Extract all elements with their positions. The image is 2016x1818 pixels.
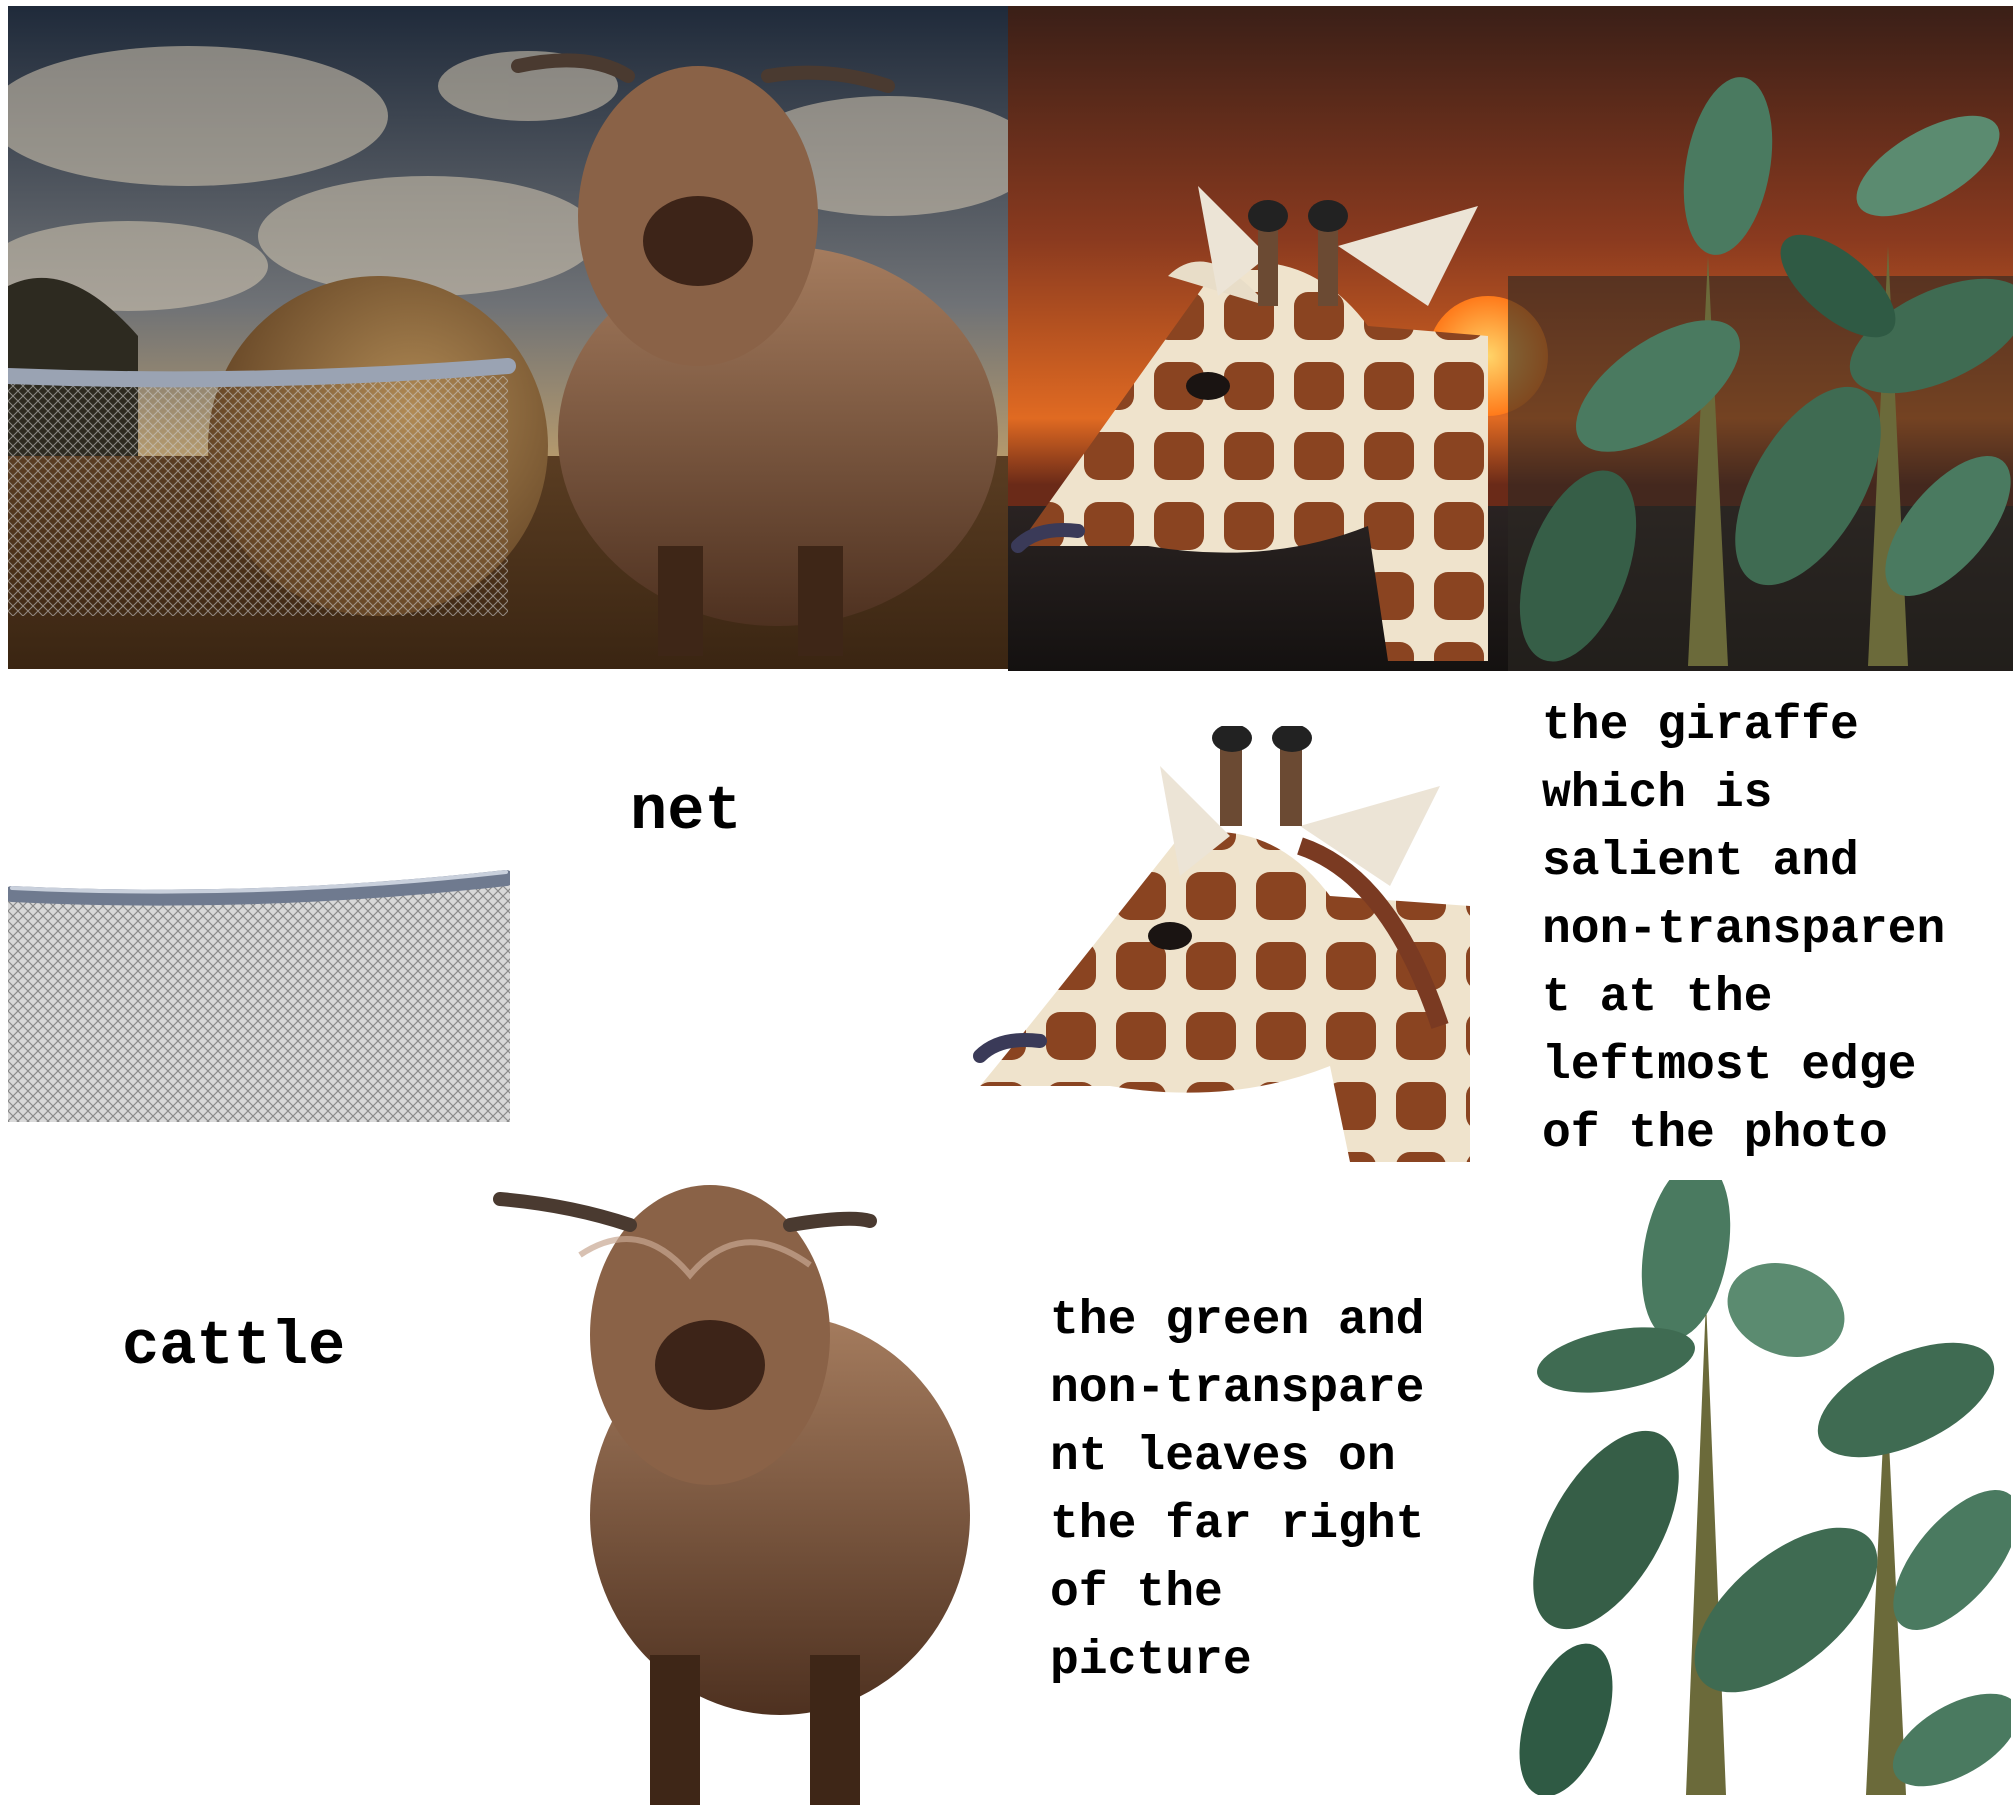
- giraffe-sunset-photo: [1008, 6, 2013, 671]
- leaves-cutout: [1506, 1180, 2011, 1795]
- giraffe-description: the giraffe which is salient and non-tra…: [1542, 699, 1946, 1161]
- net-cutout: [8, 866, 510, 1122]
- cattle-label: cattle: [122, 1311, 346, 1382]
- leaves-description: the green and non-transpare nt leaves on…: [1050, 1294, 1425, 1688]
- cattle-scene-photo: [8, 6, 1008, 669]
- giraffe-cutout: [970, 726, 1470, 1162]
- net-in-scene: [8, 358, 516, 616]
- net-label: net: [630, 776, 742, 847]
- cattle-cutout: [490, 1155, 970, 1811]
